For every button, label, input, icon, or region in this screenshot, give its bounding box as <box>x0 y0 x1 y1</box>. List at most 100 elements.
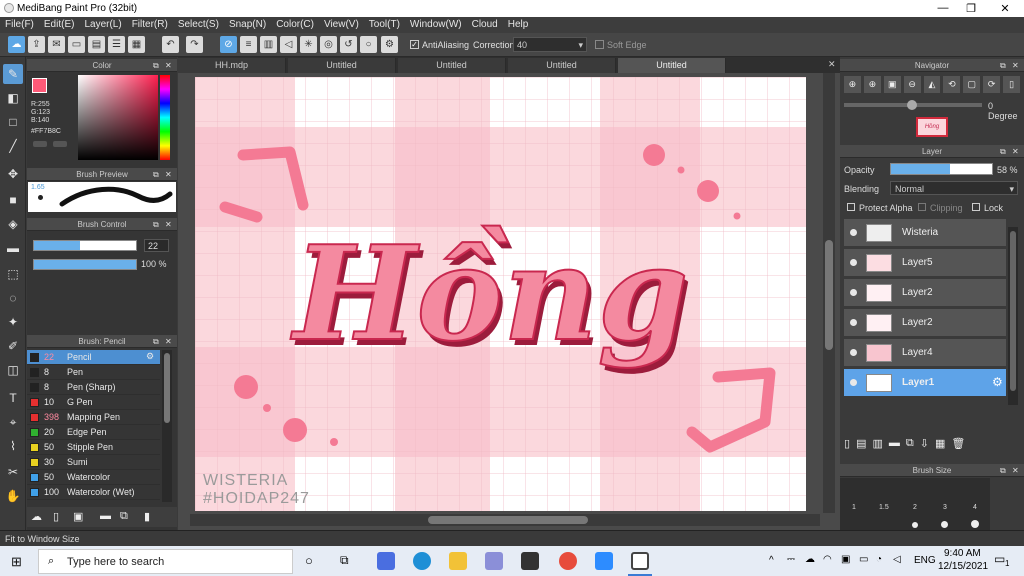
color-hue-slider[interactable] <box>160 75 170 160</box>
select-tool-icon[interactable]: ⬚ <box>3 264 23 284</box>
layer-menu-icon[interactable]: ▦ <box>935 437 945 455</box>
correction-select[interactable]: 40 ▾ <box>513 37 587 52</box>
perspective-snap-icon[interactable]: ◁ <box>280 36 297 53</box>
zoom-in-icon[interactable]: ⊕ <box>863 76 881 93</box>
windows-start-icon[interactable]: ⊞ <box>11 554 22 570</box>
eye-icon[interactable] <box>850 229 857 236</box>
minimize-button[interactable]: — <box>930 2 956 14</box>
menu-layer[interactable]: Layer(L) <box>79 17 126 33</box>
color-remove-button[interactable] <box>53 141 67 147</box>
blending-select[interactable]: Normal ▾ <box>890 181 1018 195</box>
tab-untitled-4[interactable]: Untitled <box>618 58 726 73</box>
eye-icon[interactable] <box>850 319 857 326</box>
eyedropper-tool-icon[interactable]: ⌇ <box>3 436 23 456</box>
zoom-out-icon[interactable]: ⊖ <box>903 76 921 93</box>
add-brush-icon[interactable]: ▣ <box>73 510 83 523</box>
layer-row-layer1[interactable]: Layer1 ⚙ <box>844 369 1006 397</box>
operation-tool-icon[interactable]: ⌖ <box>3 412 23 432</box>
menu-color[interactable]: Color(C) <box>271 17 319 33</box>
new-halftone-layer-icon[interactable]: ▤ <box>856 437 866 455</box>
eye-icon[interactable] <box>850 289 857 296</box>
divide-tool-icon[interactable]: ✂ <box>3 462 23 482</box>
float-icon[interactable]: ⧉ <box>1000 145 1006 158</box>
copy-icon[interactable]: ⧉ <box>120 510 128 523</box>
new-8bit-layer-icon[interactable]: ▥ <box>872 437 882 455</box>
fit-window-icon[interactable]: ▣ <box>883 76 901 93</box>
brush-size-value[interactable]: 22 <box>144 239 169 252</box>
clock-time[interactable]: 9:40 AM <box>944 548 981 559</box>
brush-item-sumi[interactable]: 30 Sumi <box>27 455 160 470</box>
curve-snap-icon[interactable]: ↺ <box>340 36 357 53</box>
gear-icon[interactable]: ⚙ <box>146 351 154 362</box>
layer-scrollbar[interactable] <box>1008 227 1018 405</box>
magic-wand-icon[interactable]: ✦ <box>3 312 23 332</box>
delete-layer-icon[interactable]: 🗑 <box>951 437 965 455</box>
folder-icon[interactable]: ▬ <box>100 510 111 522</box>
no-snap-icon[interactable]: ⊘ <box>220 36 237 53</box>
layer-row-layer2-a[interactable]: Layer2 <box>844 279 1006 307</box>
bucket-tool-icon[interactable]: ◈ <box>3 214 23 234</box>
close-icon[interactable]: ✕ <box>165 59 172 72</box>
eye-icon[interactable] <box>850 379 857 386</box>
soft-edge-checkbox[interactable] <box>595 40 604 49</box>
task-view-icon[interactable]: ⧉ <box>340 553 349 568</box>
gradient-tool-icon[interactable]: ▬ <box>3 238 23 258</box>
eye-icon[interactable] <box>850 259 857 266</box>
brush-item-g-pen[interactable]: 10 G Pen <box>27 395 160 410</box>
brush-size-option[interactable]: 1.5 <box>879 504 889 511</box>
menu-select[interactable]: Select(S) <box>173 17 224 33</box>
undo-icon[interactable]: ↶ <box>162 36 179 53</box>
brush-opacity-slider[interactable] <box>33 259 137 270</box>
hand-tool-icon[interactable]: ✋ <box>3 486 23 506</box>
brush-item-pen[interactable]: 8 Pen <box>27 365 160 380</box>
eye-icon[interactable] <box>850 349 857 356</box>
close-icon[interactable]: ✕ <box>165 335 172 348</box>
reset-view-icon[interactable]: ▢ <box>963 76 981 93</box>
menu-filter[interactable]: Filter(R) <box>127 17 173 33</box>
gear-icon[interactable]: ⚙ <box>992 375 1003 389</box>
layer-row-layer4[interactable]: Layer4 <box>844 339 1006 367</box>
clock-date[interactable]: 12/15/2021 <box>938 561 988 572</box>
battery-icon[interactable]: ▭ <box>859 554 868 565</box>
brush-size-slider[interactable] <box>33 240 137 251</box>
v-scroll-thumb[interactable] <box>825 240 833 350</box>
chrome-icon[interactable] <box>559 552 577 570</box>
redo-icon[interactable]: ↷ <box>186 36 203 53</box>
document-icon[interactable]: ▤ <box>88 36 105 53</box>
menu-view[interactable]: View(V) <box>319 17 364 33</box>
brush-item-mapping-pen[interactable]: 398 Mapping Pen <box>27 410 160 425</box>
language-indicator[interactable]: ENG <box>914 555 936 566</box>
onedrive-icon[interactable]: ☁ <box>805 554 815 565</box>
brush-item-watercolor-wet[interactable]: 100 Watercolor (Wet) <box>27 485 160 500</box>
brush-tool-icon[interactable]: ✎ <box>3 64 23 84</box>
close-button[interactable]: ✕ <box>992 2 1018 15</box>
menu-help[interactable]: Help <box>503 17 534 33</box>
comment-icon[interactable]: ▭ <box>68 36 85 53</box>
brush-size-option[interactable]: 2 <box>913 504 917 511</box>
rotation-knob[interactable] <box>907 100 917 110</box>
ellipse-snap-icon[interactable]: ○ <box>360 36 377 53</box>
list-icon[interactable]: ☰ <box>108 36 125 53</box>
float-icon[interactable]: ⧉ <box>1000 59 1006 72</box>
notification-icon[interactable]: ▭ <box>994 552 1005 566</box>
brush-item-edge-pen[interactable]: 20 Edge Pen <box>27 425 160 440</box>
brush-item-pencil[interactable]: 22 Pencil ⚙ <box>27 350 160 365</box>
h-scroll-thumb[interactable] <box>428 516 588 524</box>
lock-checkbox[interactable] <box>972 203 980 211</box>
float-icon[interactable]: ⧉ <box>153 59 159 72</box>
medibang-icon[interactable] <box>631 552 649 570</box>
duplicate-layer-icon[interactable]: ⧉ <box>906 437 914 455</box>
radial-snap-icon[interactable]: ✳ <box>300 36 317 53</box>
edge-icon[interactable] <box>413 552 431 570</box>
store-icon[interactable] <box>485 552 503 570</box>
float-icon[interactable]: ⧉ <box>153 168 159 181</box>
layer-row-layer2-b[interactable]: Layer2 <box>844 309 1006 337</box>
taskbar-search-box[interactable]: ⌕ Type here to search <box>38 549 293 574</box>
maximize-button[interactable]: ❐ <box>958 2 984 15</box>
close-icon[interactable]: ✕ <box>1012 464 1019 477</box>
float-icon[interactable]: ⧉ <box>153 218 159 231</box>
rotate-left-icon[interactable]: ⟲ <box>943 76 961 93</box>
rotate-right-icon[interactable]: ⟳ <box>983 76 1001 93</box>
tab-untitled-3[interactable]: Untitled <box>508 58 616 73</box>
scroll-thumb[interactable] <box>164 353 170 423</box>
